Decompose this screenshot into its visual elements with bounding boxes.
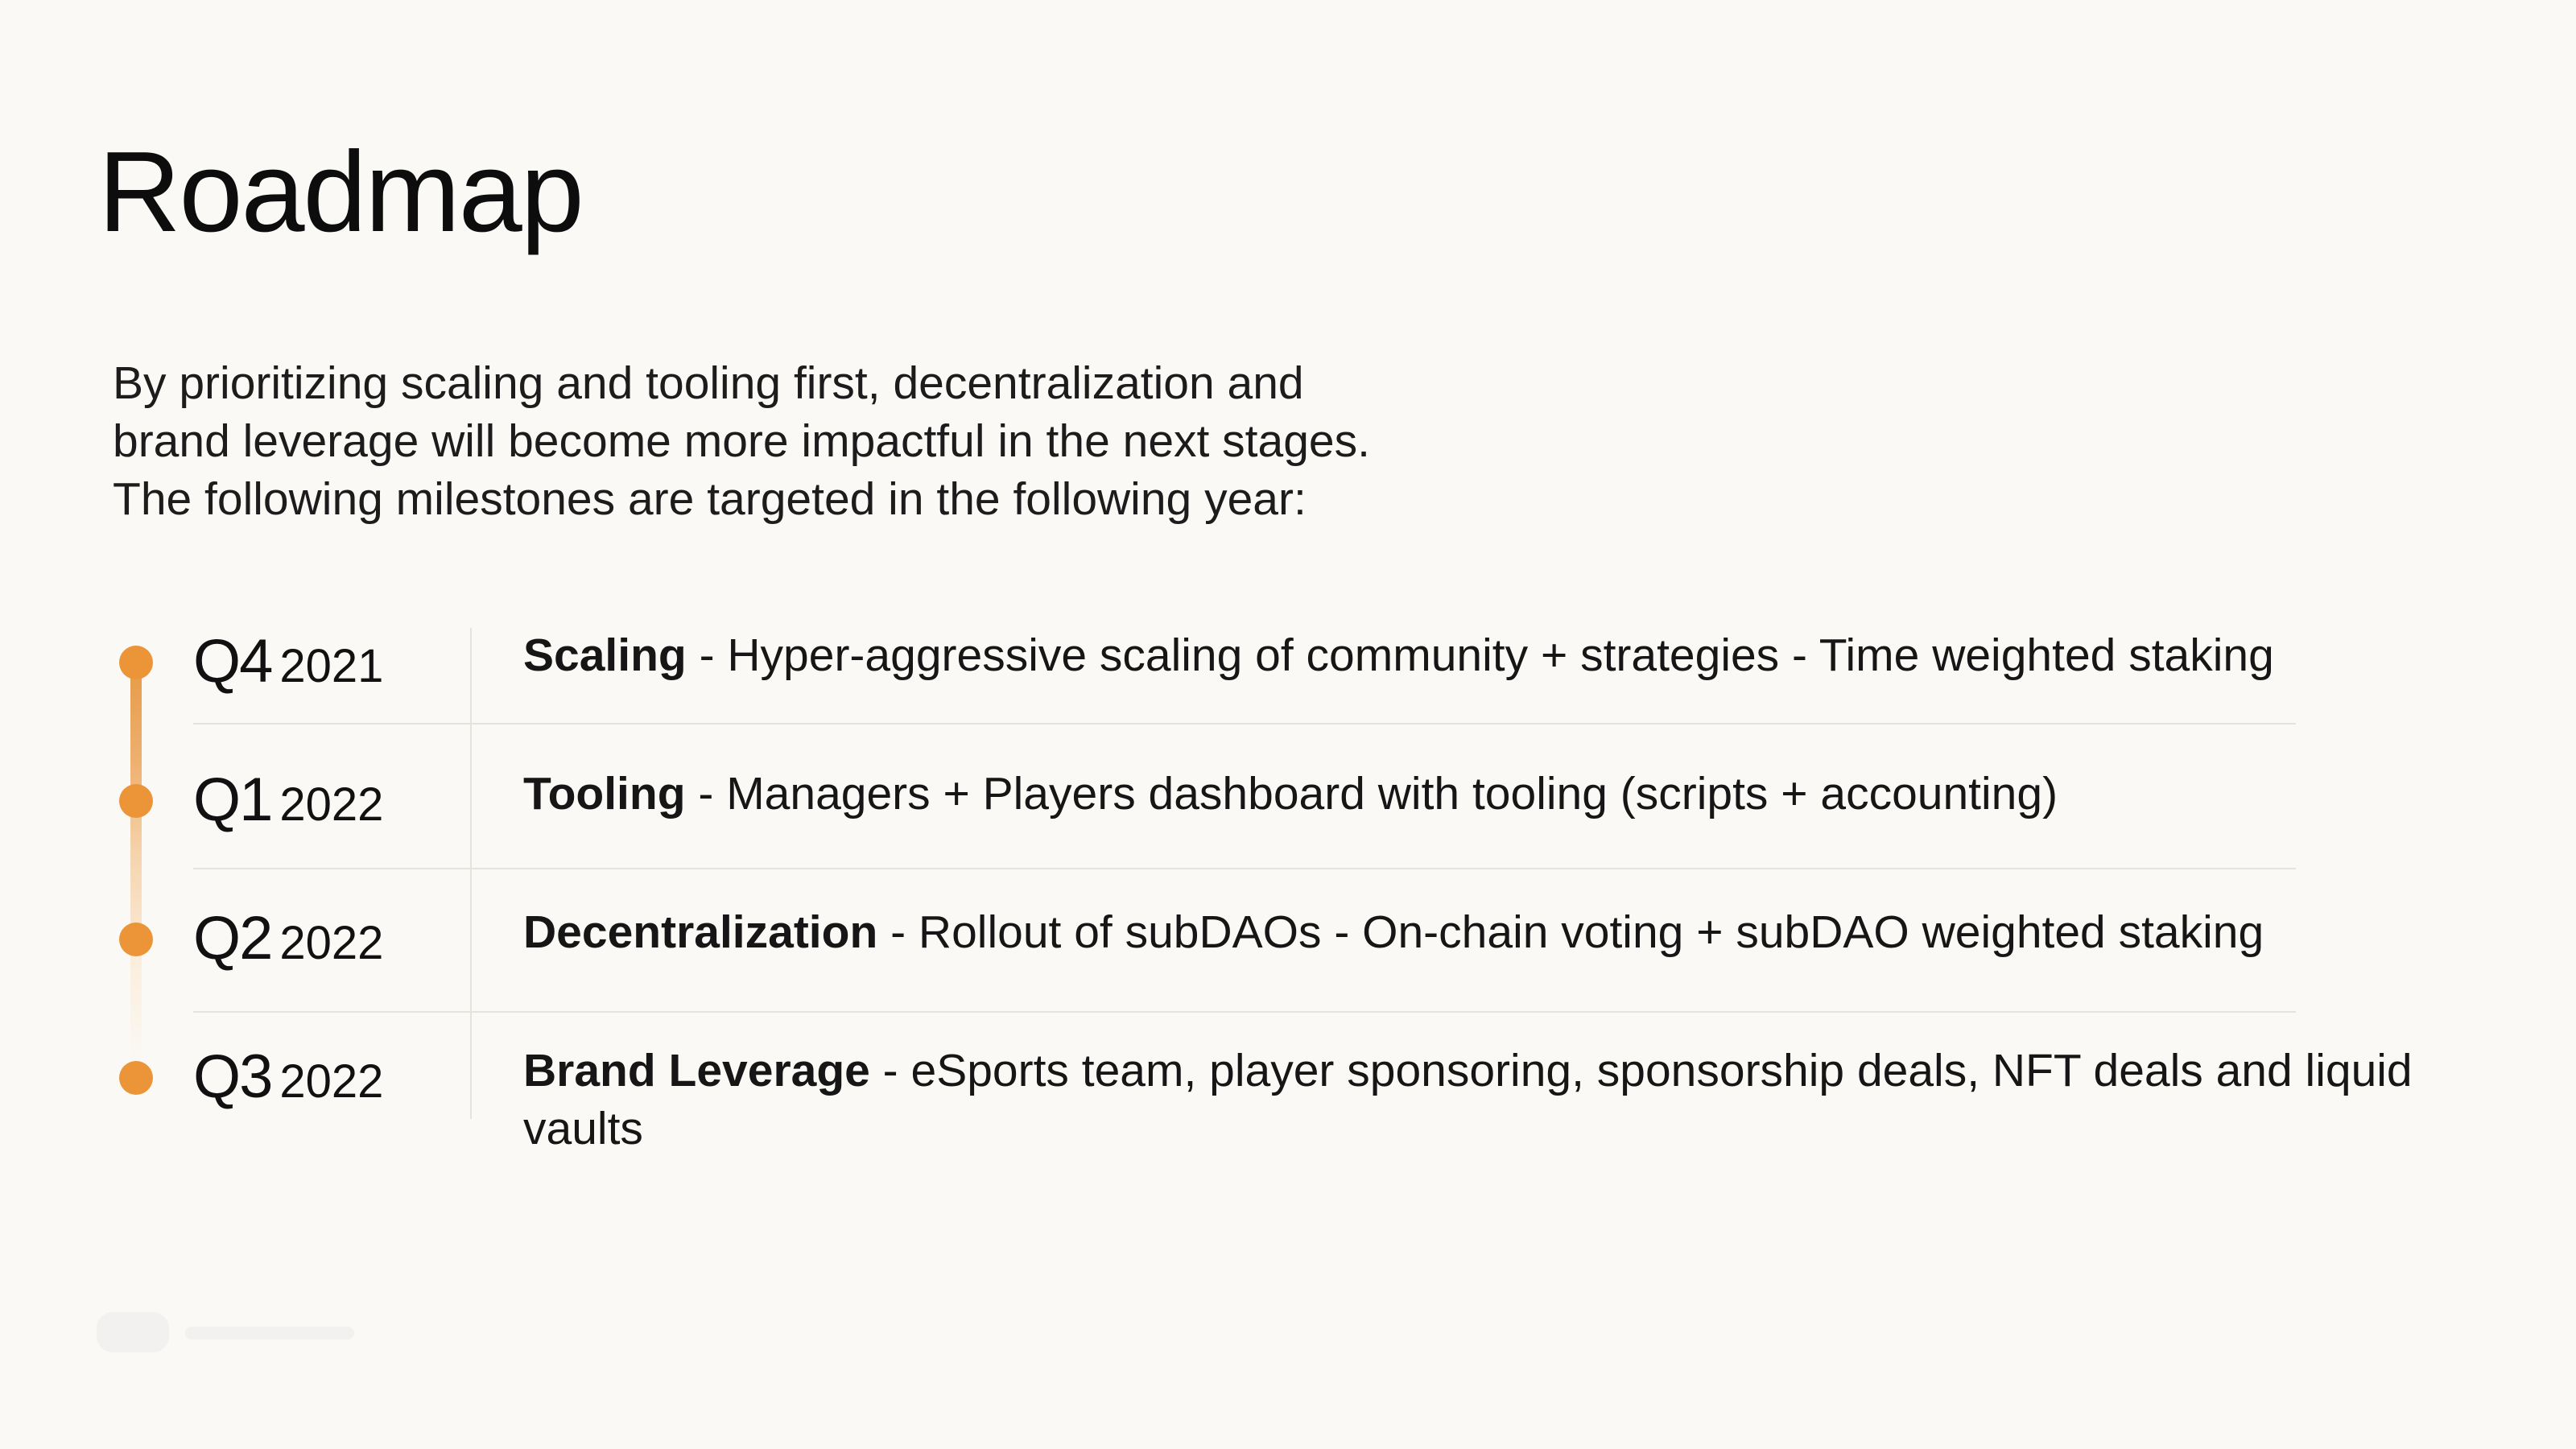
quarter-label: Q1 <box>193 766 273 834</box>
timeline-dot <box>119 784 153 818</box>
intro-line: By prioritizing scaling and tooling firs… <box>113 357 1304 409</box>
milestone-quarter: Q3 2022 <box>193 1042 383 1112</box>
row-divider-left <box>193 1011 470 1013</box>
faint-logo-watermark <box>97 1312 354 1352</box>
milestone-text: - Managers + Players dashboard with tool… <box>685 768 2058 819</box>
milestone-heading: Decentralization <box>523 906 878 958</box>
row-divider <box>472 868 2296 869</box>
milestone-description: Scaling - Hyper-aggressive scaling of co… <box>523 626 2504 684</box>
page-title: Roadmap <box>98 128 584 256</box>
milestone-quarter: Q1 2022 <box>193 765 383 835</box>
row-divider-left <box>193 723 470 724</box>
year-label: 2021 <box>279 640 384 692</box>
quarter-label: Q4 <box>193 627 273 696</box>
timeline-dot <box>119 646 153 679</box>
column-divider <box>470 628 472 1119</box>
timeline-dot <box>119 1061 153 1095</box>
milestone-description: Tooling - Managers + Players dashboard w… <box>523 765 2504 823</box>
quarter-label: Q3 <box>193 1042 273 1111</box>
milestone-heading: Tooling <box>523 768 686 819</box>
year-label: 2022 <box>279 917 384 969</box>
timeline-dot <box>119 923 153 956</box>
intro-line: brand leverage will become more impactfu… <box>113 415 1370 467</box>
year-label: 2022 <box>279 778 384 831</box>
milestone-heading: Scaling <box>523 630 687 681</box>
milestone-quarter: Q2 2022 <box>193 903 383 973</box>
milestone-text: - Hyper-aggressive scaling of community … <box>686 630 2274 681</box>
year-label: 2022 <box>279 1055 384 1108</box>
row-divider-left <box>193 868 470 869</box>
quarter-label: Q2 <box>193 904 273 972</box>
milestone-heading: Brand Leverage <box>523 1045 870 1096</box>
timeline-rail <box>130 662 142 1064</box>
milestone-description: Decentralization - Rollout of subDAOs - … <box>523 903 2504 961</box>
intro-line: The following milestones are targeted in… <box>113 473 1307 525</box>
roadmap-slide: Roadmap By prioritizing scaling and tool… <box>0 0 2576 1449</box>
row-divider <box>472 1011 2296 1013</box>
milestone-quarter: Q4 2021 <box>193 626 383 696</box>
row-divider <box>472 723 2296 724</box>
milestone-description: Brand Leverage - eSports team, player sp… <box>523 1042 2504 1158</box>
milestone-text: - Rollout of subDAOs - On-chain voting +… <box>877 906 2264 958</box>
intro-paragraph: By prioritizing scaling and tooling firs… <box>113 354 1562 528</box>
